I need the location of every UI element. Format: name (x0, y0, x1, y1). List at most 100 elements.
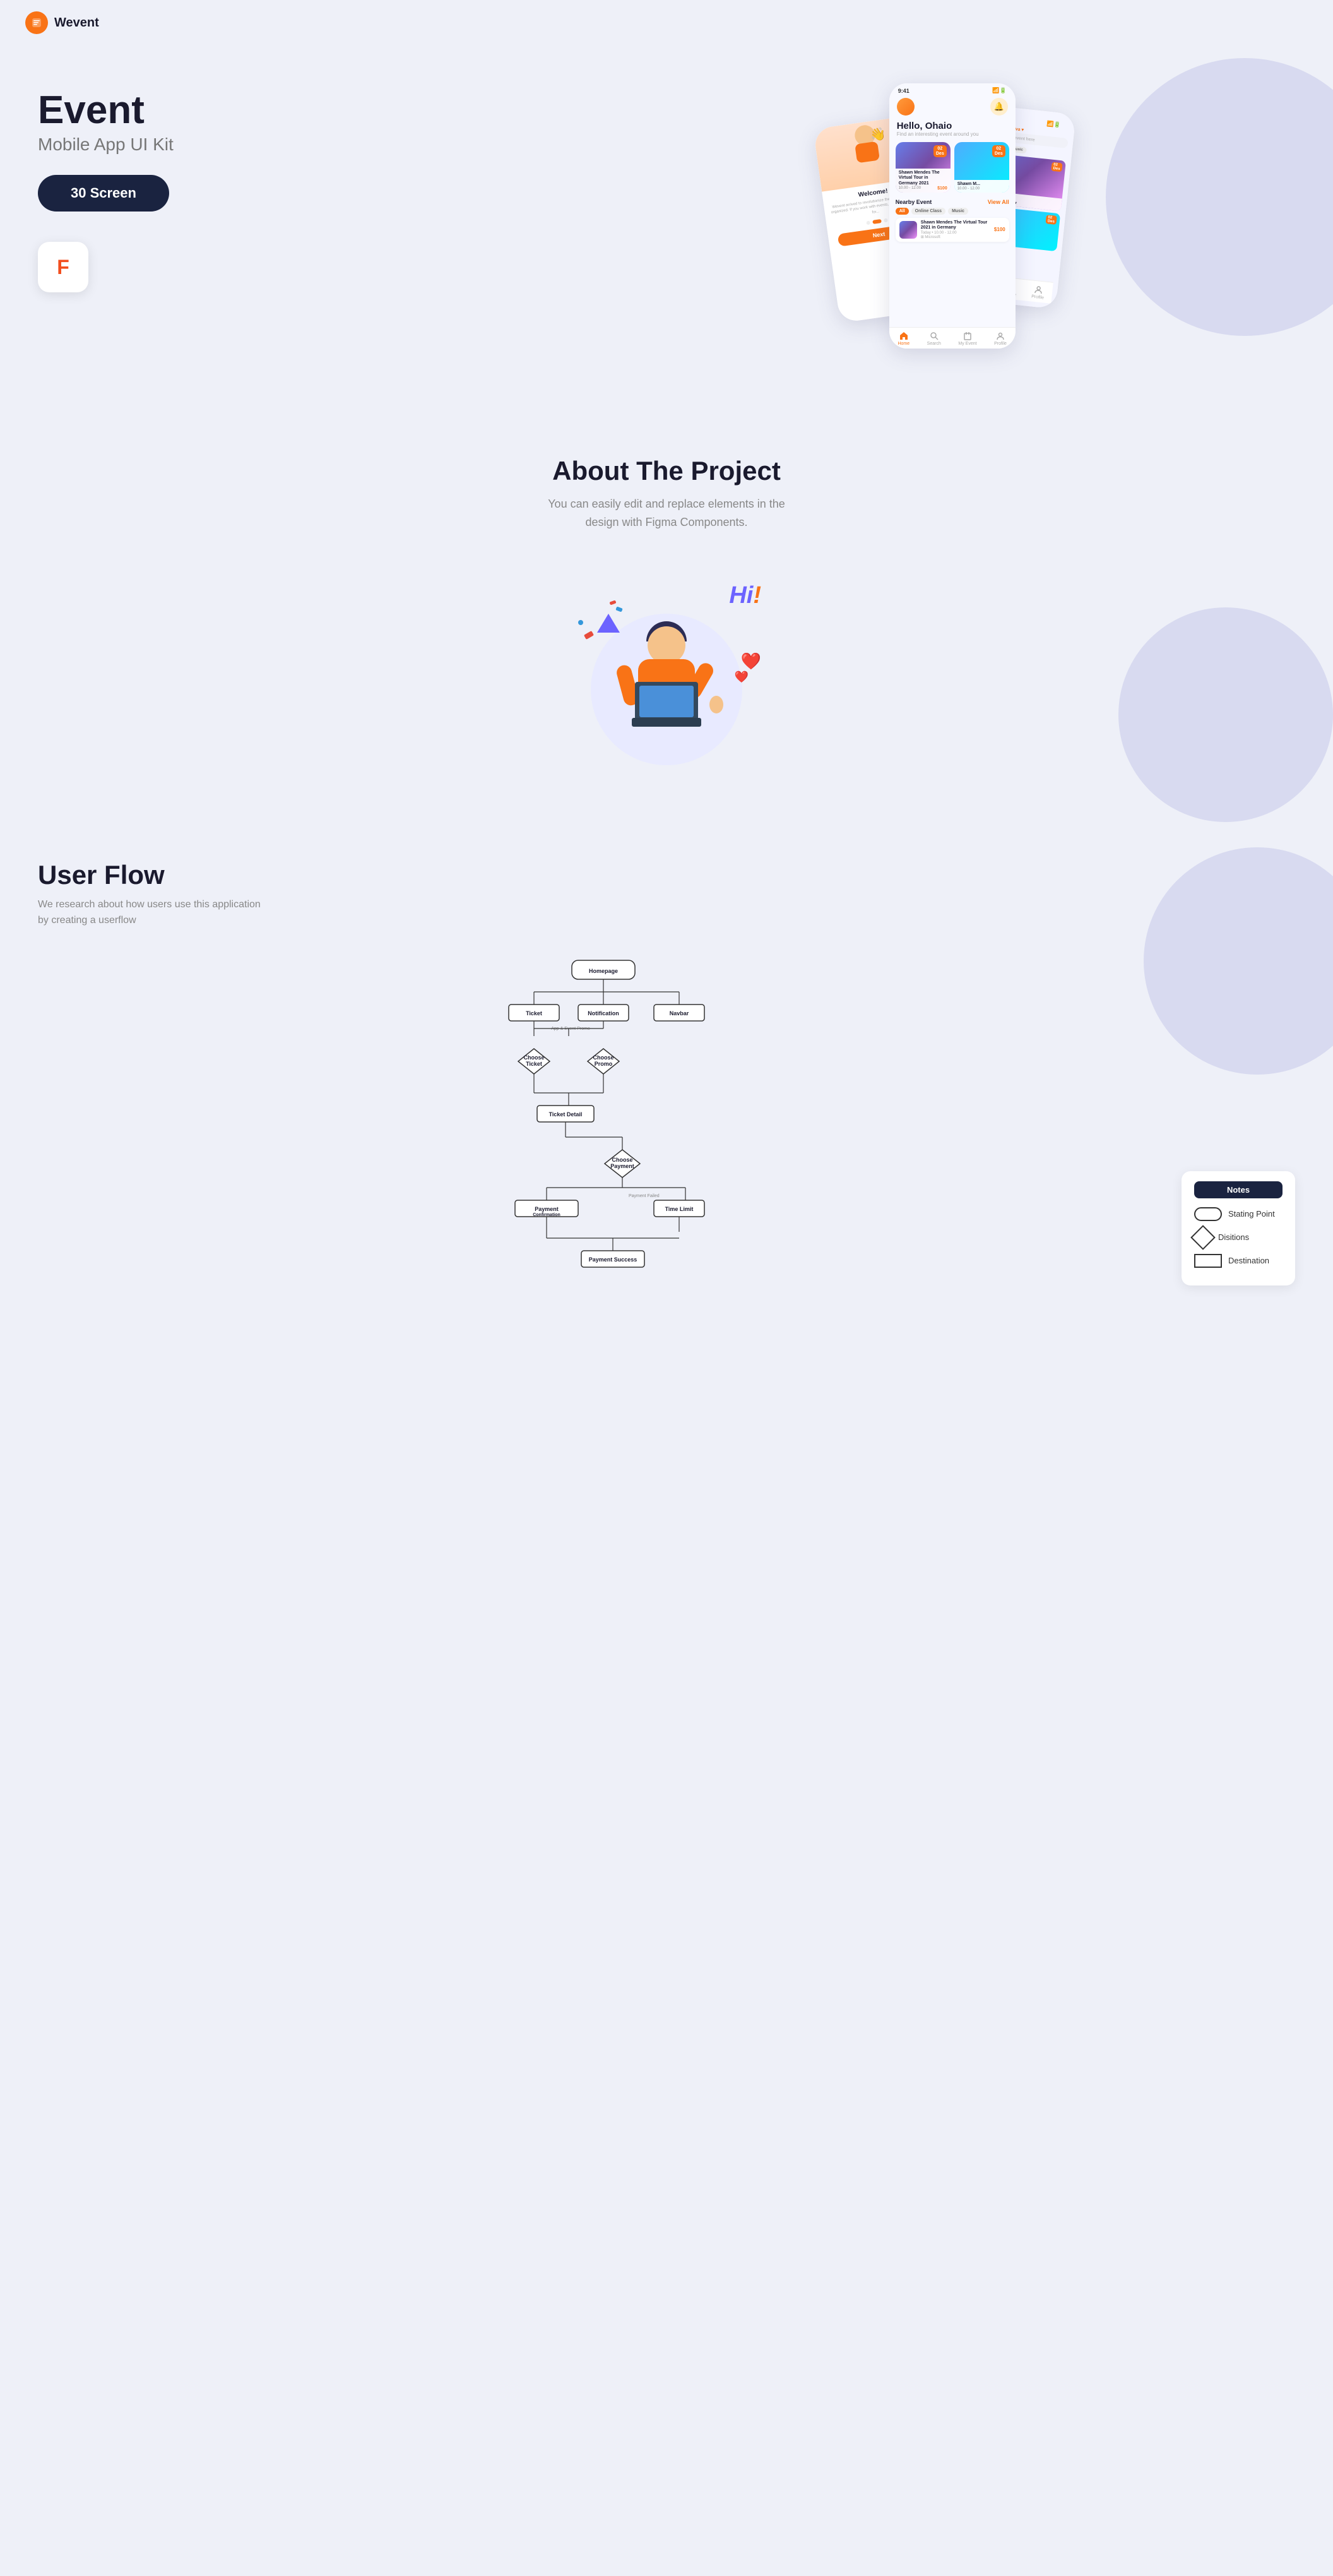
hi-greeting: Hi! (729, 582, 761, 609)
nearby-section: Nearby Event View All All Online Class M… (889, 196, 1016, 246)
nav-home[interactable]: Home (898, 331, 909, 346)
view-all-link[interactable]: View All (988, 199, 1009, 205)
char-hand-waving (709, 696, 723, 713)
back-event-date: 02Des (1051, 162, 1062, 172)
illustration-bg-circle (1118, 607, 1333, 822)
heart-small: ❤️ (735, 671, 749, 684)
illustration-wrapper: Hi! ❤️ ❤️ (547, 569, 786, 784)
confetti-dot (578, 620, 583, 625)
tab-all[interactable]: All (896, 208, 909, 215)
event-list-item[interactable]: Shawn Mendes The Virtual Tour 2021 in Ge… (896, 218, 1009, 242)
event-time-1: 10.00 - 12.00 (899, 186, 921, 191)
category-tabs: All Online Class Music (896, 208, 1009, 215)
hero-section: Event Mobile App UI Kit 30 Screen F (0, 45, 1333, 412)
hero-phones: 👋 Welcome! Wevent arrived to revolutioni… (609, 71, 1295, 374)
header: Wevent (0, 0, 1333, 45)
dot-1 (866, 221, 870, 225)
svg-text:Ticket: Ticket (526, 1010, 542, 1017)
svg-text:Notification: Notification (588, 1010, 619, 1017)
svg-text:Ticket: Ticket (526, 1061, 542, 1067)
greeting-text: Hello, Ohaio (897, 121, 1008, 131)
about-title: About The Project (25, 456, 1308, 486)
nav-profile[interactable]: Profile (994, 331, 1007, 346)
greeting: Hello, Ohaio Find an interesting event a… (889, 118, 1016, 138)
svg-text:Time Limit: Time Limit (665, 1206, 694, 1212)
svg-text:Confirmation: Confirmation (533, 1213, 560, 1217)
list-event-price: $100 (994, 227, 1005, 232)
bottom-nav: Home Search My Event Profile (889, 327, 1016, 349)
figma-logo: F (57, 256, 69, 279)
pagination-dots (866, 218, 888, 225)
decision-shape-wrapper (1194, 1229, 1212, 1246)
logo-icon (25, 11, 48, 34)
user-avatar (897, 98, 915, 116)
userflow-content: User Flow We research about how users us… (38, 860, 1295, 1285)
decision-label: Disitions (1218, 1232, 1249, 1242)
event-date-2: 02 Des (992, 145, 1005, 157)
list-event-name: Shawn Mendes The Virtual Tour 2021 in Ge… (921, 220, 990, 231)
svg-text:Payment: Payment (535, 1206, 559, 1212)
event-date-1: 02 Des (933, 145, 947, 157)
nearby-label: Nearby Event (896, 199, 932, 205)
about-section: About The Project You can easily edit an… (0, 412, 1333, 544)
svg-text:Payment Success: Payment Success (589, 1256, 637, 1263)
welcome-title: Welcome! (858, 188, 888, 198)
tab-music[interactable]: Music (948, 208, 968, 215)
notes-item-decision: Disitions (1194, 1229, 1283, 1246)
notes-item-stating-point: Stating Point (1194, 1207, 1283, 1221)
destination-shape (1194, 1254, 1222, 1268)
nav-my-event[interactable]: My Event (958, 331, 976, 346)
hero-left: Event Mobile App UI Kit 30 Screen F (38, 71, 609, 292)
svg-text:Payment Failed: Payment Failed (629, 1194, 660, 1198)
status-bar: 9:41 📶🔋 (889, 83, 1016, 95)
dot-3 (884, 218, 888, 223)
starting-point-label: Stating Point (1228, 1209, 1275, 1219)
destination-label: Destination (1228, 1256, 1269, 1265)
tab-online-class[interactable]: Online Class (911, 208, 945, 215)
event-list-thumb (899, 221, 917, 239)
brand-name: Wevent (54, 16, 99, 30)
event-card-1[interactable]: 02 Des Shawn Mendes The Virtual Tour in … (896, 142, 951, 193)
svg-text:Promo: Promo (595, 1061, 613, 1067)
confetti-small (615, 606, 622, 612)
top-bar: 🔔 (889, 95, 1016, 118)
character: Hi! ❤️ ❤️ (559, 576, 774, 778)
phone-stack: 👋 Welcome! Wevent arrived to revolutioni… (820, 71, 1085, 374)
phone-main: 9:41 📶🔋 🔔 Hello, Ohaio Find an interesti… (889, 83, 1016, 349)
about-description: You can easily edit and replace elements… (534, 495, 799, 532)
event-list-info: Shawn Mendes The Virtual Tour 2021 in Ge… (921, 220, 990, 239)
char-laptop-screen-inner (639, 686, 694, 717)
event-info-2: Shawn M... 10.00 - 12.00 (954, 180, 1009, 193)
event-card-2[interactable]: 02 Des Shawn M... 10.00 - 12.00 (954, 142, 1009, 193)
char-laptop-base (632, 718, 701, 727)
nav-search[interactable]: Search (927, 331, 941, 346)
userflow-section: User Flow We research about how users us… (0, 822, 1333, 1323)
back-nav-profile[interactable]: Profile (1031, 285, 1045, 301)
event-title-2: Shawn M... (957, 182, 1006, 187)
flowchart-diagram: Homepage Ticket Notification (38, 954, 1169, 1285)
flow-svg: Homepage Ticket Notification (38, 954, 1169, 1282)
event-title-1: Shawn Mendes The Virtual Tour in Germany… (899, 170, 947, 186)
char-head (648, 626, 685, 664)
character-body (616, 626, 717, 778)
time: 9:41 (898, 88, 909, 94)
back-nav-profile-label: Profile (1031, 294, 1044, 300)
flowchart: Homepage Ticket Notification (38, 954, 1295, 1285)
notes-header: Notes (1194, 1181, 1283, 1198)
signal-icons: 📶🔋 (992, 87, 1006, 94)
back-event-date-2: 02Des (1045, 215, 1057, 225)
heart-large: ❤️ (741, 652, 761, 671)
node-homepage-label: Homepage (589, 968, 618, 974)
dot-2 (872, 219, 882, 224)
greeting-sub: Find an interesting event around you (897, 131, 1008, 137)
svg-text:Choose: Choose (612, 1157, 632, 1163)
notes-item-destination: Destination (1194, 1254, 1283, 1268)
list-event-org: ⊞ Microsoft (921, 235, 990, 239)
svg-text:Payment: Payment (610, 1163, 634, 1169)
confetti-bar (584, 631, 594, 640)
illustration-section: Hi! ❤️ ❤️ (0, 544, 1333, 822)
svg-text:Choose: Choose (523, 1054, 544, 1061)
event-info-1: Shawn Mendes The Virtual Tour in Germany… (896, 169, 951, 193)
notification-icon[interactable]: 🔔 (990, 98, 1008, 116)
userflow-description: We research about how users use this app… (38, 897, 265, 929)
